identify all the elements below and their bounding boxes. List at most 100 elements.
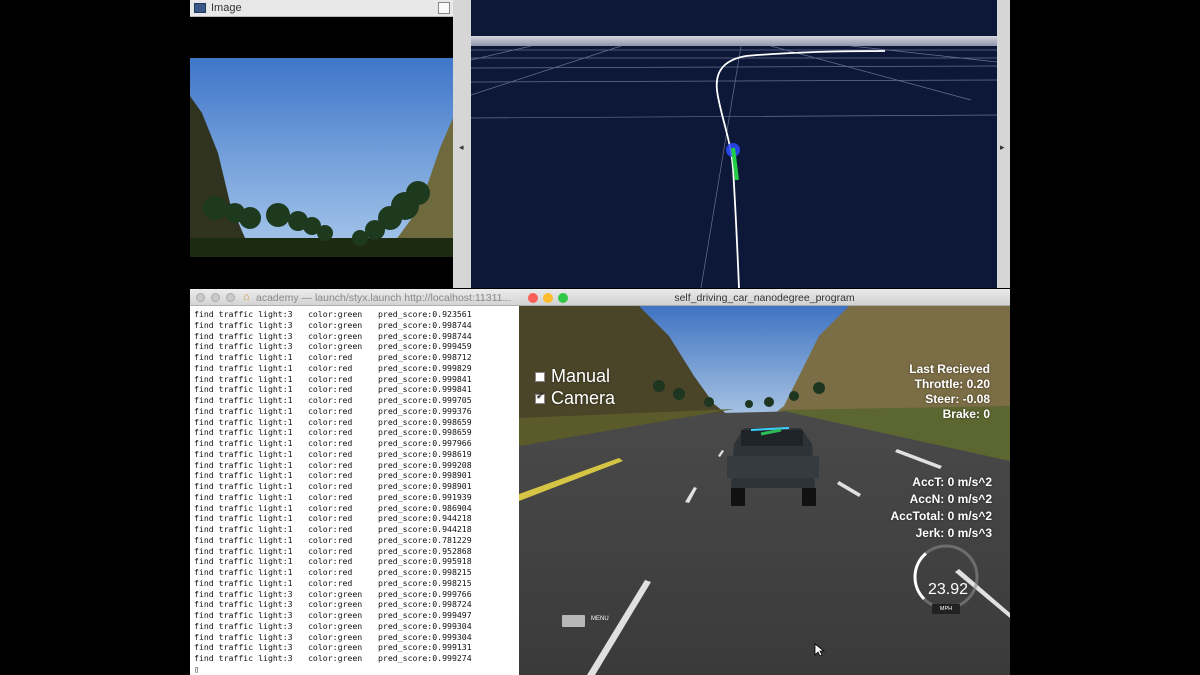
terminal-line-find: find traffic light:3 bbox=[194, 341, 293, 352]
terminal-line-find: find traffic light:3 bbox=[194, 309, 293, 319]
rviz-3d-view[interactable] bbox=[471, 0, 997, 288]
zoom-icon[interactable] bbox=[558, 293, 568, 303]
terminal-line: find traffic light:1 color:red pred_score:… bbox=[194, 556, 516, 567]
zoom-icon[interactable] bbox=[226, 293, 235, 302]
acc-total: AccTotal: 0 m/s^2 bbox=[890, 509, 992, 523]
terminal-line: find traffic light:3 color:green pred_scor… bbox=[194, 621, 516, 632]
terminal-line-score: pred_score:0.998215 bbox=[378, 577, 472, 588]
terminal-line-color: color:red bbox=[308, 534, 353, 545]
terminal-line-score: pred_score:0.999208 bbox=[378, 459, 472, 470]
terminal-line-score: pred_score:0.999497 bbox=[378, 610, 472, 620]
terminal-line: find traffic light:3 color:green pred_scor… bbox=[194, 599, 516, 610]
terminal-line-color: color:red bbox=[308, 491, 353, 502]
camera-option[interactable]: Camera bbox=[535, 388, 615, 409]
panel-separator[interactable]: ◂ bbox=[453, 0, 471, 288]
terminal-line: find traffic light:1 color:red pred_score:… bbox=[194, 384, 516, 395]
terminal-line-color: color:red bbox=[308, 438, 353, 448]
terminal-line: find traffic light:1 color:red pred_score:… bbox=[194, 513, 516, 524]
terminal-line-score: pred_score:0.998659 bbox=[378, 427, 472, 438]
terminal-line: find traffic light:1 color:red pred_score:… bbox=[194, 363, 516, 374]
expand-right-icon[interactable]: ▸ bbox=[1000, 142, 1005, 153]
camera-image-view bbox=[190, 58, 453, 257]
terminal-line-score: pred_score:0.998724 bbox=[378, 599, 472, 610]
terminal-line-score: pred_score:0.999829 bbox=[378, 362, 472, 373]
terminal-line-find: find traffic light:3 bbox=[194, 610, 293, 620]
terminal-line-color: color:green bbox=[308, 588, 363, 599]
terminal-line-find: find traffic light:1 bbox=[194, 481, 293, 491]
terminal-line-score: pred_score:0.999766 bbox=[378, 588, 472, 599]
terminal-line-score: pred_score:0.999459 bbox=[378, 341, 472, 352]
terminal-line: find traffic light:3 color:green pred_scor… bbox=[194, 610, 516, 621]
terminal-line-find: find traffic light:3 bbox=[194, 599, 293, 610]
terminal-line-find: find traffic light:1 bbox=[194, 352, 293, 362]
speedometer-gauge bbox=[913, 544, 979, 610]
terminal-line-color: color:red bbox=[308, 416, 353, 427]
camera-label: Camera bbox=[551, 388, 616, 408]
telemetry-steer: Steer: -0.08 bbox=[925, 392, 990, 406]
terminal-prompt[interactable]: ▯ bbox=[194, 664, 516, 675]
acc-n: AccN: 0 m/s^2 bbox=[909, 492, 992, 506]
terminal-line: find traffic light:1 color:red pred_score:… bbox=[194, 470, 516, 481]
minimize-icon[interactable] bbox=[211, 293, 220, 302]
terminal-line-find: find traffic light:1 bbox=[194, 502, 293, 513]
terminal-line: find traffic light:1 color:red pred_score:… bbox=[194, 417, 516, 428]
terminal-line-score: pred_score:0.923561 bbox=[378, 309, 472, 319]
terminal-line-find: find traffic light:1 bbox=[194, 459, 293, 470]
speed-value: 23.92 bbox=[928, 581, 969, 598]
simulator-scene: Manual Camera Last Recieved Throttle: 0.… bbox=[519, 306, 1010, 675]
terminal-line-color: color:red bbox=[308, 384, 353, 395]
minimize-icon[interactable] bbox=[543, 293, 553, 303]
terminal-line-find: find traffic light:1 bbox=[194, 384, 293, 395]
terminal-line-color: color:red bbox=[308, 502, 353, 513]
terminal-line-find: find traffic light:1 bbox=[194, 491, 293, 502]
terminal-line: find traffic light:1 color:red pred_score:… bbox=[194, 395, 516, 406]
manual-checkbox[interactable] bbox=[535, 371, 545, 382]
terminal-line: find traffic light:1 color:red pred_score:… bbox=[194, 406, 516, 417]
terminal-line-score: pred_score:0.944218 bbox=[378, 524, 472, 534]
terminal-line-score: pred_score:0.998619 bbox=[378, 448, 472, 459]
terminal-line-find: find traffic light:1 bbox=[194, 545, 293, 556]
image-window-titlebar[interactable]: Image bbox=[190, 0, 453, 17]
camera-checkbox[interactable] bbox=[535, 391, 545, 404]
terminal-line: find traffic light:1 color:red pred_score:… bbox=[194, 460, 516, 471]
rviz-scene bbox=[471, 0, 997, 288]
rviz-side-strip[interactable]: ▸ bbox=[997, 0, 1010, 288]
terminal-line: find traffic light:1 color:red pred_score:… bbox=[194, 427, 516, 438]
close-icon[interactable] bbox=[196, 293, 205, 302]
close-icon[interactable] bbox=[528, 293, 538, 303]
collapse-left-icon[interactable]: ◂ bbox=[459, 142, 464, 153]
terminal-line-color: color:red bbox=[308, 352, 353, 362]
terminal-line-find: find traffic light:1 bbox=[194, 513, 293, 524]
terminal-line-score: pred_score:0.997966 bbox=[378, 438, 472, 448]
terminal-line-score: pred_score:0.999705 bbox=[378, 395, 472, 405]
terminal-titlebar[interactable]: ⌂ academy — launch/styx.launch http://lo… bbox=[190, 289, 519, 306]
terminal-line: find traffic light:1 color:red pred_score:… bbox=[194, 352, 516, 363]
terminal-line: find traffic light:1 color:red pred_score:… bbox=[194, 535, 516, 546]
terminal-line-color: color:red bbox=[308, 427, 353, 438]
terminal-line-score: pred_score:0.998659 bbox=[378, 416, 472, 427]
terminal-line-color: color:red bbox=[308, 395, 353, 405]
speed-unit: MPH bbox=[932, 604, 960, 614]
image-app-icon bbox=[194, 3, 206, 13]
terminal-line-score: pred_score:0.999304 bbox=[378, 631, 472, 642]
terminal-line: find traffic light:1 color:red pred_score:… bbox=[194, 546, 516, 557]
terminal-line-color: color:green bbox=[308, 319, 363, 330]
terminal-line-find: find traffic light:1 bbox=[194, 577, 293, 588]
maximize-icon[interactable] bbox=[438, 2, 450, 14]
terminal-line: find traffic light:3 color:green pred_scor… bbox=[194, 331, 516, 342]
terminal-line: find traffic light:3 color:green pred_scor… bbox=[194, 589, 516, 600]
terminal-line-color: color:red bbox=[308, 545, 353, 556]
terminal-line-find: find traffic light:1 bbox=[194, 362, 293, 373]
terminal-line-find: find traffic light:1 bbox=[194, 524, 293, 534]
manual-option[interactable]: Manual bbox=[535, 366, 610, 387]
simulator-titlebar[interactable]: self_driving_car_nanodegree_program bbox=[519, 289, 1010, 306]
terminal-line: find traffic light:3 color:green pred_scor… bbox=[194, 653, 516, 664]
terminal-window: ⌂ academy — launch/styx.launch http://lo… bbox=[190, 289, 519, 675]
terminal-output[interactable]: find traffic light:3 color:green pred_scor… bbox=[194, 309, 516, 675]
menu-button[interactable] bbox=[562, 615, 585, 627]
terminal-line-find: find traffic light:1 bbox=[194, 556, 293, 567]
terminal-line-color: color:green bbox=[308, 341, 363, 352]
terminal-line: find traffic light:1 color:red pred_score:… bbox=[194, 374, 516, 385]
terminal-line: find traffic light:1 color:red pred_score:… bbox=[194, 524, 516, 535]
terminal-line-score: pred_score:0.991939 bbox=[378, 491, 472, 502]
